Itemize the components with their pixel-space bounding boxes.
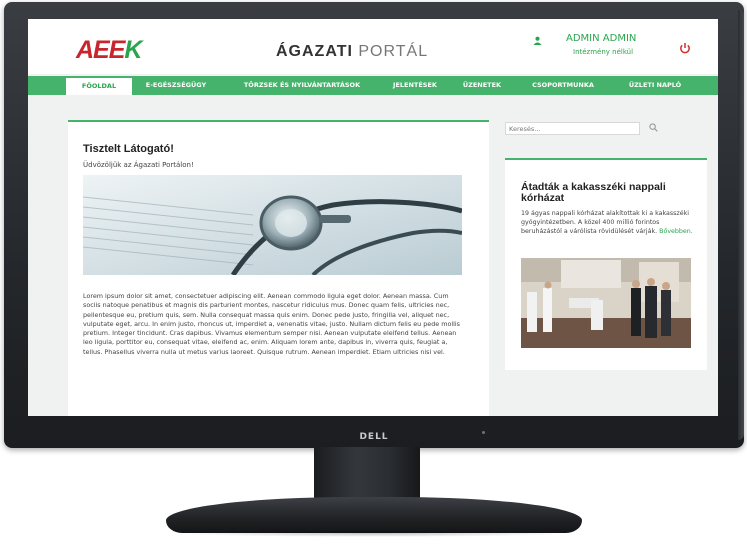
portal-title-light: PORTÁL [358, 43, 429, 60]
news-card: Átadták a kakasszéki nappali kórházat 19… [505, 158, 707, 370]
portal-title: ÁGAZATI PORTÁL [276, 43, 428, 61]
nav-item-uzleti-naplo[interactable]: ÜZLETI NAPLÓ [618, 76, 692, 95]
news-text: 19 ágyas nappali kórházat alakítottak ki… [521, 210, 693, 235]
site-header: AEEK ÁGAZATI PORTÁL ADMIN ADMIN Intézmén… [28, 19, 718, 74]
nav-item-e-egeszsegugy[interactable]: E-EGÉSZSÉGÜGY [136, 76, 216, 95]
portal-title-bold: ÁGAZATI [276, 43, 353, 60]
power-icon[interactable] [679, 42, 691, 57]
nav-item-csoportmunka[interactable]: CSOPORTMUNKA [522, 76, 604, 95]
search-icon[interactable] [649, 123, 658, 134]
base-shadow [170, 529, 578, 537]
monitor-neck [314, 447, 420, 499]
news-photo [521, 258, 691, 348]
search-input[interactable] [505, 122, 640, 135]
user-institution: Intézmény nélkül [573, 48, 634, 56]
nav-item-jelentesek[interactable]: JELENTÉSEK [386, 76, 444, 95]
greeting-title: Tisztelt Látogató! [83, 143, 174, 155]
nav-item-torzsek[interactable]: TÖRZSEK ÉS NYILVÁNTARTÁSOK [226, 76, 378, 95]
power-led [482, 431, 485, 434]
user-name[interactable]: ADMIN ADMIN [566, 33, 636, 44]
news-title[interactable]: Átadták a kakasszéki nappali kórházat [521, 182, 701, 204]
greeting-subtitle: Üdvözöljük az Ágazati Portálon! [83, 161, 194, 169]
main-nav: FŐOLDAL E-EGÉSZSÉGÜGY TÖRZSEK ÉS NYILVÁN… [28, 76, 718, 95]
nav-item-uzenetek[interactable]: ÜZENETEK [454, 76, 510, 95]
stethoscope-image [83, 175, 462, 275]
welcome-card: Tisztelt Látogató! Üdvözöljük az Ágazati… [68, 120, 489, 416]
read-more-link[interactable]: Bővebben. [659, 228, 693, 235]
nav-item-fooldal[interactable]: FŐOLDAL [66, 76, 132, 95]
user-icon [533, 36, 542, 48]
monitor-brand-logo: DELL [359, 432, 389, 442]
body-text: Lorem ipsum dolor sit amet, consectetuer… [83, 292, 461, 356]
monitor-base [166, 497, 582, 533]
screen: AEEK ÁGAZATI PORTÁL ADMIN ADMIN Intézmén… [28, 19, 718, 416]
site-logo[interactable]: AEEK [76, 36, 142, 65]
monitor-bezel: DELL AEEK ÁGAZATI PORTÁL ADMIN ADMIN Int… [4, 2, 744, 448]
